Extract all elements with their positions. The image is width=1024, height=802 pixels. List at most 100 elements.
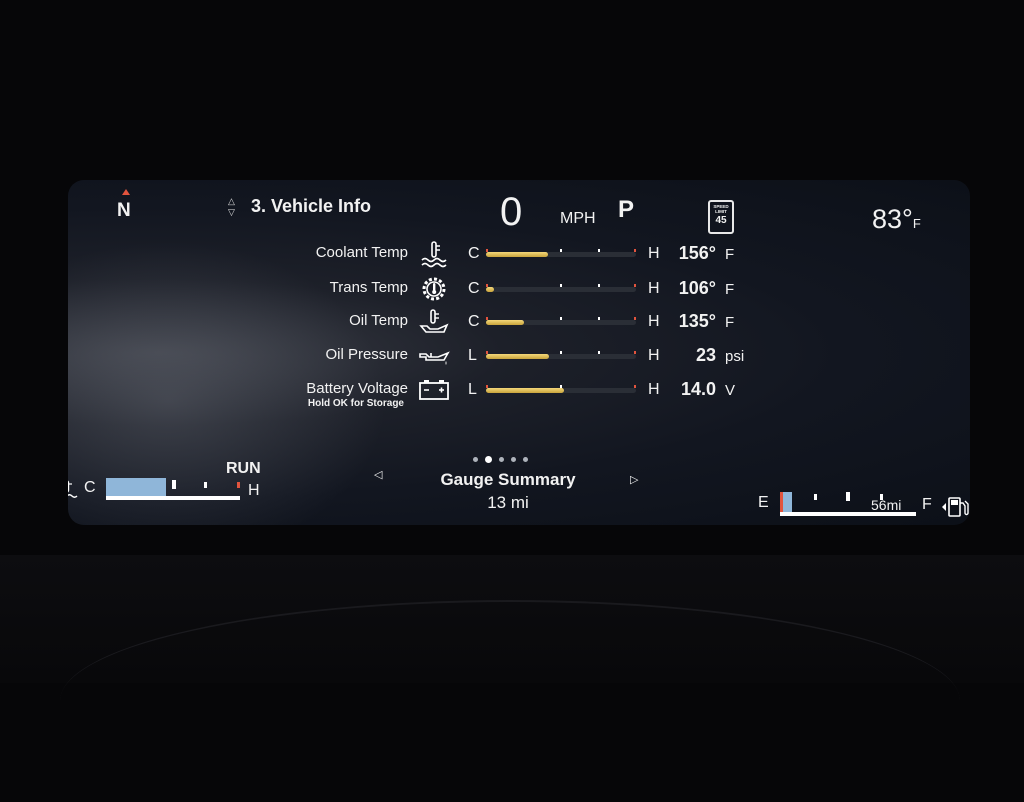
engine-temp-low-label: C xyxy=(84,479,96,496)
outside-temperature: 83°F xyxy=(872,204,921,235)
fuel-pump-icon xyxy=(942,497,969,517)
engine-temp-tick xyxy=(204,482,207,488)
fuel-tick xyxy=(814,494,817,500)
engine-temp-tick-warning xyxy=(237,482,240,488)
gauge-unit: V xyxy=(725,382,736,399)
fuel-empty-label: E xyxy=(758,494,769,511)
coolant-temp-icon xyxy=(421,241,447,268)
engine-coolant-icon xyxy=(68,480,78,498)
gauge-label: Coolant Temp xyxy=(315,244,408,261)
speed-limit-label: SPEED LIMIT xyxy=(713,204,729,214)
page-dot-active xyxy=(485,456,492,463)
gauge-row-coolant: Coolant Temp C H 156° F xyxy=(68,240,970,270)
menu-scroll-arrows-icon[interactable]: △ ▽ xyxy=(228,196,235,218)
fuel-reserve-marker xyxy=(780,492,783,512)
fuel-full-label: F xyxy=(922,496,932,513)
gauge-low-label: C xyxy=(468,245,480,262)
gauge-high-label: H xyxy=(648,313,660,330)
engine-temp-high-label: H xyxy=(248,482,260,499)
gauge-row-oil-temp: Oil Temp C H 135° F xyxy=(68,308,970,338)
dashboard-trim xyxy=(60,600,960,802)
gauge-tick-low xyxy=(486,351,488,354)
gauge-tick-low xyxy=(486,385,488,388)
compass-pointer-icon xyxy=(122,189,130,195)
gauge-label: Oil Temp xyxy=(349,312,408,329)
page-title: Gauge Summary xyxy=(440,470,576,489)
gauge-value: 23 xyxy=(695,345,716,365)
speed-readout: 0 xyxy=(500,190,523,234)
engine-temp-fill xyxy=(106,478,167,496)
oil-pressure-icon xyxy=(419,351,450,365)
gauge-row-oil-pressure: Oil Pressure L H 23 psi xyxy=(68,342,970,372)
gauge-high-label: H xyxy=(648,347,660,364)
engine-temp-gauge xyxy=(106,478,240,500)
speed-unit: MPH xyxy=(560,210,596,227)
gauge-low-label: L xyxy=(468,347,477,364)
gauge-high-label: H xyxy=(648,245,660,262)
gauge-value: 106° xyxy=(678,278,716,298)
speed-limit-sign: SPEED LIMIT 45 xyxy=(708,200,734,234)
gauge-row-battery-voltage[interactable]: Battery Voltage Hold OK for Storage L H … xyxy=(68,376,970,409)
gauge-tick-mid xyxy=(560,284,562,287)
gauge-tick-mid xyxy=(560,351,562,354)
transmission-temp-icon xyxy=(422,277,446,301)
gauge-tick-mid xyxy=(598,317,600,320)
gauge-unit: F xyxy=(725,246,735,263)
gauge-tick-mid xyxy=(560,385,562,388)
next-page-icon[interactable]: ▷ xyxy=(630,473,638,486)
engine-temp-baseline xyxy=(106,496,240,500)
gauge-high-label: H xyxy=(648,280,660,297)
gauge-bar-fill xyxy=(486,354,549,359)
gauge-bar-fill xyxy=(486,252,548,257)
gauge-tick-low xyxy=(486,249,488,252)
gauge-unit: psi xyxy=(725,348,745,365)
gauge-label: Trans Temp xyxy=(329,279,408,296)
gauge-value: 135° xyxy=(678,311,716,331)
gauge-tick-high xyxy=(634,249,636,252)
gauge-row-trans-temp: Trans Temp C H 106° F xyxy=(68,275,970,305)
gauge-bar xyxy=(486,317,636,325)
gauge-unit: F xyxy=(725,281,735,298)
menu-title[interactable]: 3. Vehicle Info xyxy=(251,196,371,217)
page-dot xyxy=(511,457,516,462)
gauge-low-label: C xyxy=(468,280,480,297)
gauge-bar-fill xyxy=(486,287,494,292)
gauge-tick-high xyxy=(634,317,636,320)
gauge-tick-mid xyxy=(598,249,600,252)
engine-temp-tick xyxy=(172,480,176,489)
gauge-hint: Hold OK for Storage xyxy=(307,398,404,409)
speed-limit-value: 45 xyxy=(715,215,727,226)
gear-indicator: P xyxy=(618,196,635,223)
gauge-tick-mid xyxy=(598,351,600,354)
gauge-tick-high xyxy=(634,284,636,287)
fuel-tick xyxy=(846,492,850,501)
gauge-tick-mid xyxy=(598,284,600,287)
engine-state: RUN xyxy=(226,460,261,477)
gauge-value: 156° xyxy=(678,243,716,263)
compass-heading: N xyxy=(117,189,131,222)
gauge-tick-low xyxy=(486,317,488,320)
gauge-unit: F xyxy=(725,314,735,331)
gauge-label: Oil Pressure xyxy=(325,346,408,363)
gauge-tick-low xyxy=(486,284,488,287)
previous-page-icon[interactable]: ◁ xyxy=(374,468,382,481)
fuel-range: 56mi xyxy=(871,497,902,513)
instrument-cluster-screen: N △ ▽ 3. Vehicle Info 0 MPH P SPEED LIMIT… xyxy=(68,180,970,525)
gauge-label: Battery Voltage xyxy=(306,380,408,397)
gauge-low-label: C xyxy=(468,313,480,330)
gauge-bar xyxy=(486,351,636,359)
outside-temp-unit: F xyxy=(912,216,921,231)
gauge-high-label: H xyxy=(648,381,660,398)
page-dot xyxy=(473,457,478,462)
page-dot xyxy=(523,457,528,462)
gauge-value: 14.0 xyxy=(680,379,716,399)
gauge-tick-mid xyxy=(560,249,562,252)
page-subtitle: 13 mi xyxy=(487,493,529,512)
oil-temp-icon xyxy=(419,309,449,333)
gauge-bar xyxy=(486,284,636,292)
gauge-bar-fill xyxy=(486,388,564,393)
gauge-tick-mid xyxy=(560,317,562,320)
battery-icon xyxy=(419,380,449,400)
gauge-low-label: L xyxy=(468,381,477,398)
gauge-tick-high xyxy=(634,385,636,388)
